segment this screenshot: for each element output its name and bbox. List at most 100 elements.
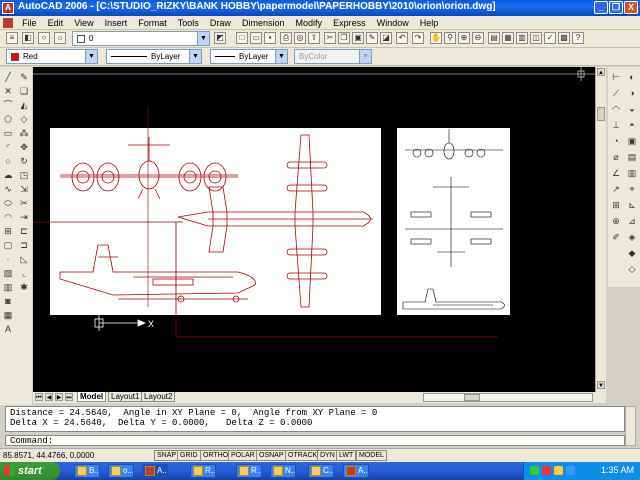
command-scrollbar[interactable] bbox=[625, 406, 636, 446]
lineweight-combo[interactable]: ByLayer ▼ bbox=[210, 49, 288, 64]
center-mark-icon[interactable]: ⊕ bbox=[610, 215, 622, 227]
rotate-icon[interactable]: ↻ bbox=[18, 155, 30, 167]
menu-tools[interactable]: Tools bbox=[174, 16, 203, 30]
properties-icon[interactable]: ▤ bbox=[488, 32, 500, 44]
ellipse-icon[interactable]: ⬭ bbox=[2, 197, 14, 209]
copy-object-icon[interactable]: ❏ bbox=[18, 85, 30, 97]
messenger-icon[interactable] bbox=[566, 466, 575, 475]
erase-icon[interactable]: ✎ bbox=[18, 71, 30, 83]
last-tab-icon[interactable]: ⏭ bbox=[65, 393, 73, 401]
mtext-icon[interactable]: A bbox=[2, 323, 14, 335]
prev-tab-icon[interactable]: ◀ bbox=[45, 393, 53, 401]
vertical-scrollbar[interactable]: ▲ ▼ bbox=[595, 67, 606, 392]
sheet-set-icon[interactable]: ◫ bbox=[530, 32, 542, 44]
block-editor-icon[interactable]: ◪ bbox=[380, 32, 392, 44]
layer-combo[interactable]: 0 ▼ bbox=[72, 31, 210, 46]
ucs-face-icon[interactable]: ◇ bbox=[626, 263, 638, 275]
taskbar-item[interactable]: R... bbox=[190, 464, 216, 478]
scroll-thumb[interactable] bbox=[597, 107, 605, 121]
menu-draw[interactable]: Draw bbox=[206, 16, 235, 30]
polar-toggle[interactable]: POLAR bbox=[228, 450, 258, 461]
ucs-world-icon[interactable]: ⌖ bbox=[626, 183, 638, 195]
snap-toggle[interactable]: SNAP bbox=[154, 450, 180, 461]
menu-dimension[interactable]: Dimension bbox=[238, 16, 289, 30]
offset-icon[interactable]: ◇ bbox=[18, 113, 30, 125]
start-button[interactable]: start bbox=[0, 462, 60, 480]
zoom-realtime-icon[interactable]: ⚲ bbox=[444, 32, 456, 44]
menu-help[interactable]: Help bbox=[416, 16, 443, 30]
close-button[interactable]: X bbox=[624, 1, 638, 14]
trim-icon[interactable]: ✂ bbox=[18, 197, 30, 209]
taskbar-item[interactable]: A... bbox=[343, 464, 369, 478]
taskbar-item[interactable]: B... bbox=[74, 464, 100, 478]
layer-manager-icon[interactable]: ≡ bbox=[6, 32, 18, 44]
break-icon[interactable]: ⊏ bbox=[18, 225, 30, 237]
preview-icon[interactable]: ◎ bbox=[294, 32, 306, 44]
taskbar-item[interactable]: C... bbox=[308, 464, 334, 478]
angular-dim-icon[interactable]: ∠ bbox=[610, 167, 622, 179]
publish-icon[interactable]: ⇪ bbox=[308, 32, 320, 44]
design-center-icon[interactable]: ▦ bbox=[502, 32, 514, 44]
dim-edit-icon[interactable]: ✐ bbox=[610, 231, 622, 243]
stretch-icon[interactable]: ⇲ bbox=[18, 183, 30, 195]
diameter-dim-icon[interactable]: ⌀ bbox=[610, 151, 622, 163]
circle-icon[interactable]: ○ bbox=[2, 155, 14, 167]
gradient-icon[interactable]: ▥ bbox=[2, 281, 14, 293]
view-front-icon[interactable]: ▤ bbox=[626, 151, 638, 163]
arc-length-icon[interactable]: ◠ bbox=[610, 103, 622, 115]
otrack-toggle[interactable]: OTRACK bbox=[285, 450, 321, 461]
pan-icon[interactable]: ✋ bbox=[430, 32, 442, 44]
menu-view[interactable]: View bbox=[70, 16, 97, 30]
mirror-icon[interactable]: ◭ bbox=[18, 99, 30, 111]
aligned-dim-icon[interactable]: ⟋ bbox=[610, 87, 622, 99]
restore-button[interactable]: ❐ bbox=[609, 1, 623, 14]
tolerance-icon[interactable]: ⊞ bbox=[610, 199, 622, 211]
hide-icon[interactable]: ◒ bbox=[626, 103, 638, 115]
osnap-toggle[interactable]: OSNAP bbox=[256, 450, 287, 461]
ordinate-dim-icon[interactable]: ⊥ bbox=[610, 119, 622, 131]
explode-icon[interactable]: ✱ bbox=[18, 281, 30, 293]
orbit-icon[interactable]: ◓ bbox=[626, 119, 638, 131]
undo-icon[interactable]: ↶ bbox=[396, 32, 408, 44]
view-side-icon[interactable]: ▥ bbox=[626, 167, 638, 179]
open-icon[interactable]: ▭ bbox=[250, 32, 262, 44]
array-icon[interactable]: ⁂ bbox=[18, 127, 30, 139]
save-icon[interactable]: ▪ bbox=[264, 32, 276, 44]
menu-express[interactable]: Express bbox=[329, 16, 370, 30]
menu-file[interactable]: File bbox=[18, 16, 41, 30]
zoom-previous-icon[interactable]: ⊖ bbox=[472, 32, 484, 44]
table-icon[interactable]: ▦ bbox=[2, 309, 14, 321]
cut-icon[interactable]: ✂ bbox=[324, 32, 336, 44]
tab-model[interactable]: Model bbox=[77, 392, 107, 402]
insert-block-icon[interactable]: ⊞ bbox=[2, 225, 14, 237]
menu-modify[interactable]: Modify bbox=[292, 16, 327, 30]
chamfer-icon[interactable]: ◺ bbox=[18, 253, 30, 265]
scale-icon[interactable]: ◳ bbox=[18, 169, 30, 181]
ucs-3point-icon[interactable]: ⊿ bbox=[626, 215, 638, 227]
plot-icon[interactable]: ⎙ bbox=[280, 32, 292, 44]
drawing-canvas[interactable]: X bbox=[33, 67, 595, 392]
scroll-up-icon[interactable]: ▲ bbox=[597, 68, 605, 76]
layer-previous-icon[interactable]: ◧ bbox=[22, 32, 34, 44]
chevron-down-icon[interactable]: ▼ bbox=[85, 50, 97, 63]
volume-icon[interactable] bbox=[554, 466, 563, 475]
autocad-app-icon[interactable]: A bbox=[2, 2, 14, 14]
polygon-icon[interactable]: ⬠ bbox=[2, 113, 14, 125]
next-tab-icon[interactable]: ▶ bbox=[55, 393, 63, 401]
tab-layout2[interactable]: Layout2 bbox=[141, 392, 176, 402]
command-input[interactable]: Command: bbox=[5, 435, 625, 446]
taskbar-item[interactable]: R... bbox=[236, 464, 262, 478]
rectangle-icon[interactable]: ▭ bbox=[2, 127, 14, 139]
move-icon[interactable]: ✥ bbox=[18, 141, 30, 153]
redo-icon[interactable]: ↷ bbox=[412, 32, 424, 44]
horizontal-scrollbar[interactable] bbox=[423, 393, 593, 402]
line-icon[interactable]: ╱ bbox=[2, 71, 14, 83]
taskbar-item-autocad[interactable]: A... bbox=[142, 464, 168, 478]
menu-insert[interactable]: Insert bbox=[101, 16, 132, 30]
ucs-object-icon[interactable]: ◆ bbox=[626, 247, 638, 259]
ortho-toggle[interactable]: ORTHO bbox=[200, 450, 232, 461]
taskbar-item[interactable]: N... bbox=[270, 464, 296, 478]
polyline-icon[interactable]: ⌒ bbox=[2, 99, 14, 111]
join-icon[interactable]: ⊐ bbox=[18, 239, 30, 251]
ucs-view-icon[interactable]: ◈ bbox=[626, 231, 638, 243]
